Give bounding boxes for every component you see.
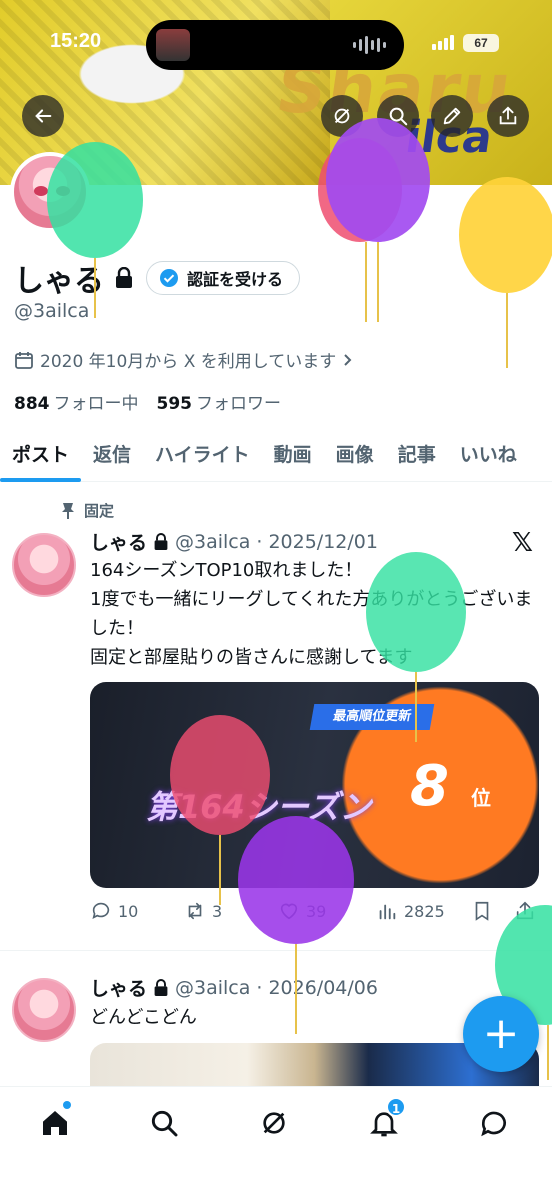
compose-post-button[interactable]: + <box>463 996 539 1072</box>
nav-messages[interactable] <box>474 1103 514 1143</box>
balloon-icon <box>238 816 354 1034</box>
nav-search[interactable] <box>144 1103 184 1143</box>
search-icon <box>151 1110 178 1137</box>
balloon-overlay <box>47 118 552 1080</box>
grok-icon <box>263 1112 285 1134</box>
balloon-icon <box>318 118 430 322</box>
balloon-icon <box>459 177 552 368</box>
bottom-nav: 1 <box>0 1086 552 1200</box>
balloon-icon <box>47 142 143 318</box>
notification-badge: 1 <box>386 1097 406 1117</box>
chat-bubble-icon <box>481 1111 506 1137</box>
nav-grok[interactable] <box>254 1103 294 1143</box>
home-icon <box>43 1111 67 1135</box>
home-unread-dot <box>63 1101 71 1109</box>
nav-notifications[interactable]: 1 <box>364 1097 406 1143</box>
balloon-icon <box>366 552 466 742</box>
nav-home[interactable] <box>35 1103 75 1143</box>
